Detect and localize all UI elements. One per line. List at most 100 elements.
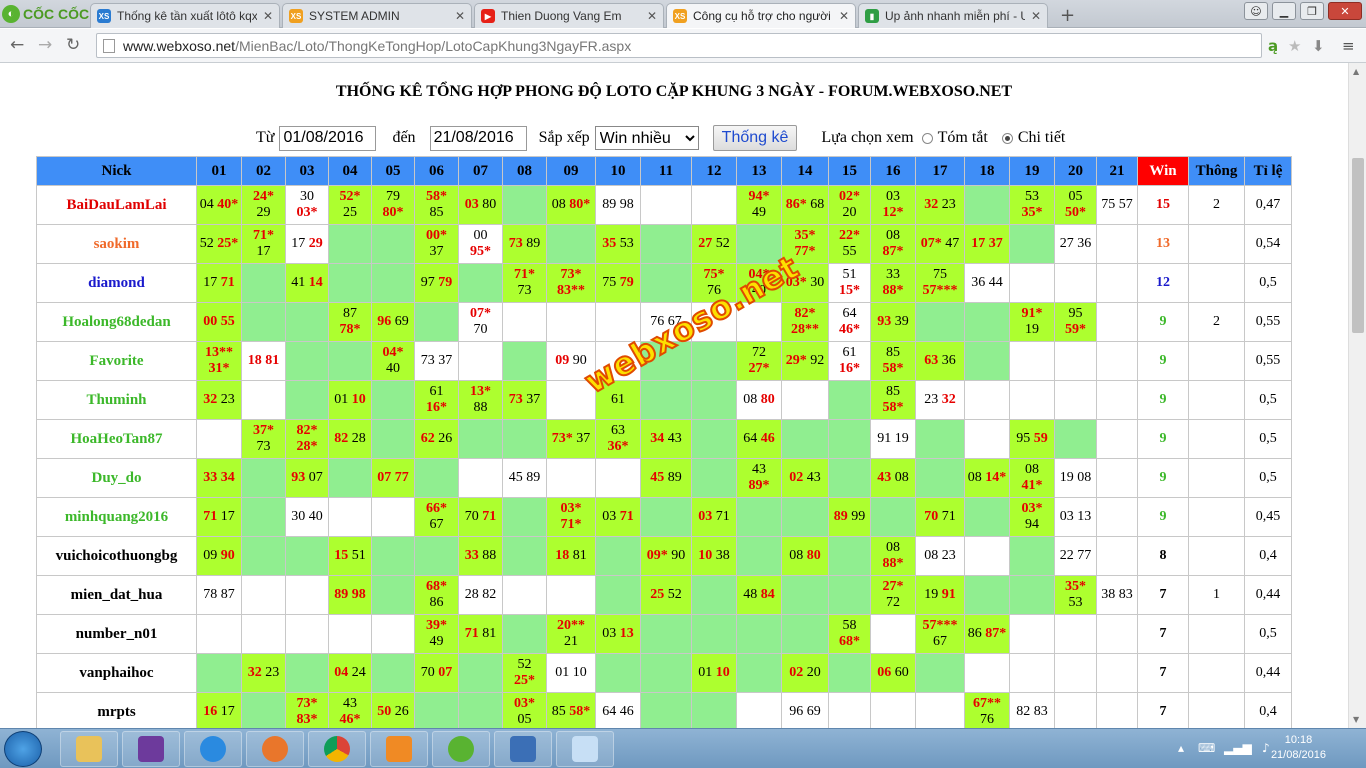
loto-number: 28 82 — [464, 587, 497, 602]
tab-close-icon[interactable]: ✕ — [263, 9, 273, 23]
thong-cell — [1188, 458, 1245, 498]
day-cell — [1054, 380, 1097, 420]
summary-radio[interactable] — [921, 132, 933, 144]
nick-cell[interactable]: Hoalong68dedan — [36, 302, 197, 342]
nick-cell[interactable]: diamond — [36, 263, 197, 303]
firefox-icon[interactable] — [246, 731, 304, 767]
thong-ke-button[interactable]: Thống kê — [712, 125, 798, 151]
scroll-up-icon[interactable]: ▲ — [1353, 67, 1359, 76]
thong-cell: 1 — [1188, 575, 1245, 615]
day-cell: 16 17 — [196, 692, 242, 728]
clock[interactable]: 10:18 21/08/2016 — [1271, 733, 1326, 763]
nick-cell[interactable]: mrpts — [36, 692, 197, 728]
tab-close-icon[interactable]: ✕ — [455, 9, 465, 23]
media-player-icon[interactable] — [370, 731, 428, 767]
day-cell: 71* 17 — [241, 224, 286, 264]
start-button[interactable] — [4, 731, 42, 767]
day-cell — [285, 536, 329, 576]
column-header: Tỉ lệ — [1244, 156, 1292, 186]
browser-tab[interactable]: ▶ Thien Duong Vang Em ✕ — [474, 3, 664, 28]
tab-close-icon[interactable]: ✕ — [1031, 9, 1041, 23]
browser-tab[interactable]: XS Thống kê tần xuất lôtô kqx ✕ — [90, 3, 280, 28]
nick-cell[interactable]: HoaHeoTan87 — [36, 419, 197, 459]
download-icon[interactable]: ⬇ — [1312, 37, 1325, 55]
loto-number: 37 — [576, 431, 591, 446]
detail-radio[interactable] — [1001, 132, 1013, 144]
loto-number: 52 — [517, 657, 532, 672]
visual-studio-icon[interactable] — [122, 731, 180, 767]
day-cell — [241, 614, 286, 654]
ie-icon[interactable] — [184, 731, 242, 767]
network-icon[interactable]: ▂▄▆ — [1224, 741, 1252, 755]
back-icon[interactable]: ← — [10, 35, 24, 55]
day-cell: 18 81 — [546, 536, 596, 576]
day-cell — [196, 653, 242, 693]
coccoc-logo[interactable]: ◐ CỐC CỐC — [2, 4, 89, 24]
loto-number: 14* — [985, 470, 1007, 485]
user-icon[interactable]: ☺ — [1244, 2, 1268, 20]
day-cell: 17 29 — [285, 224, 329, 264]
new-tab-button[interactable]: + — [1060, 5, 1075, 26]
nick-cell[interactable]: number_n01 — [36, 614, 197, 654]
scroll-down-icon[interactable]: ▼ — [1353, 715, 1359, 724]
loto-number: 89 — [334, 587, 349, 602]
day-cell: 71 17 — [196, 497, 242, 537]
reload-icon[interactable]: ↻ — [66, 35, 80, 55]
day-cell — [691, 575, 737, 615]
loto-number: 27* — [748, 361, 770, 376]
coccoc-taskbar-icon[interactable] — [432, 731, 490, 767]
nick-cell[interactable]: minhquang2016 — [36, 497, 197, 537]
loto-number: 36* — [607, 439, 629, 454]
loto-number: 08 — [743, 392, 758, 407]
win-cell: 9 — [1137, 380, 1189, 420]
loto-number: 33 — [886, 267, 900, 282]
volume-icon[interactable]: ♪ — [1262, 741, 1270, 755]
day-cell: 85 58* — [870, 341, 916, 381]
chrome-icon[interactable] — [308, 731, 366, 767]
loto-number: 39* — [426, 618, 447, 633]
bookmark-star-icon[interactable]: ★ — [1288, 37, 1301, 55]
explorer-icon[interactable] — [60, 731, 118, 767]
vertical-scrollbar[interactable]: ▲ ▼ — [1348, 63, 1366, 728]
loto-number: 76 — [707, 283, 721, 298]
tray-arrow-icon[interactable]: ▴ — [1178, 741, 1184, 755]
close-window-button[interactable]: ✕ — [1328, 2, 1362, 20]
nick-cell[interactable]: mien_dat_hua — [36, 575, 197, 615]
browser-tab[interactable]: XS SYSTEM ADMIN ✕ — [282, 3, 472, 28]
nick-cell[interactable]: vuichoicothuongbg — [36, 536, 197, 576]
nick-cell[interactable]: Thuminh — [36, 380, 197, 420]
column-header: Win — [1137, 156, 1189, 186]
remote-desktop-icon[interactable] — [494, 731, 552, 767]
menu-icon[interactable]: ≡ — [1342, 37, 1355, 55]
forward-icon[interactable]: → — [38, 35, 52, 55]
detail-label: Chi tiết — [1017, 129, 1066, 146]
scroll-thumb[interactable] — [1352, 158, 1364, 333]
column-header: Nick — [36, 156, 197, 186]
loto-number: 48 — [743, 587, 758, 602]
from-date-input[interactable] — [279, 125, 377, 151]
tab-close-icon[interactable]: ✕ — [839, 9, 849, 23]
typing-icon[interactable]: ą — [1268, 37, 1278, 55]
nick-cell[interactable]: vanphaihoc — [36, 653, 197, 693]
paint-icon[interactable] — [556, 731, 614, 767]
language-icon[interactable]: ⌨ — [1198, 741, 1215, 755]
minimize-button[interactable]: ▁ — [1272, 2, 1296, 20]
nick-cell[interactable]: saokim — [36, 224, 197, 264]
browser-tab[interactable]: ▮ Up ảnh nhanh miễn phí - U ✕ — [858, 3, 1048, 28]
sort-select[interactable]: Win nhiều — [594, 126, 699, 150]
day-cell: 07* 70 — [458, 302, 503, 342]
nick-cell[interactable]: Favorite — [36, 341, 197, 381]
nick-cell[interactable]: Duy_do — [36, 458, 197, 498]
address-bar[interactable]: www.webxoso.net/MienBac/Loto/ThongKeTong… — [96, 33, 1262, 58]
column-header: 18 — [964, 156, 1010, 186]
day-cell — [371, 653, 415, 693]
maximize-button[interactable]: ❐ — [1300, 2, 1324, 20]
day-cell: 32 23 — [196, 380, 242, 420]
browser-tab[interactable]: XS Công cụ hỗ trợ cho người ✕ — [666, 3, 856, 28]
day-cell — [285, 614, 329, 654]
to-date-input[interactable] — [429, 125, 527, 151]
nick-cell[interactable]: BaiDauLamLai — [36, 185, 197, 225]
tab-close-icon[interactable]: ✕ — [647, 9, 657, 23]
loto-number: 73 — [517, 283, 532, 298]
thong-cell — [1188, 692, 1245, 728]
